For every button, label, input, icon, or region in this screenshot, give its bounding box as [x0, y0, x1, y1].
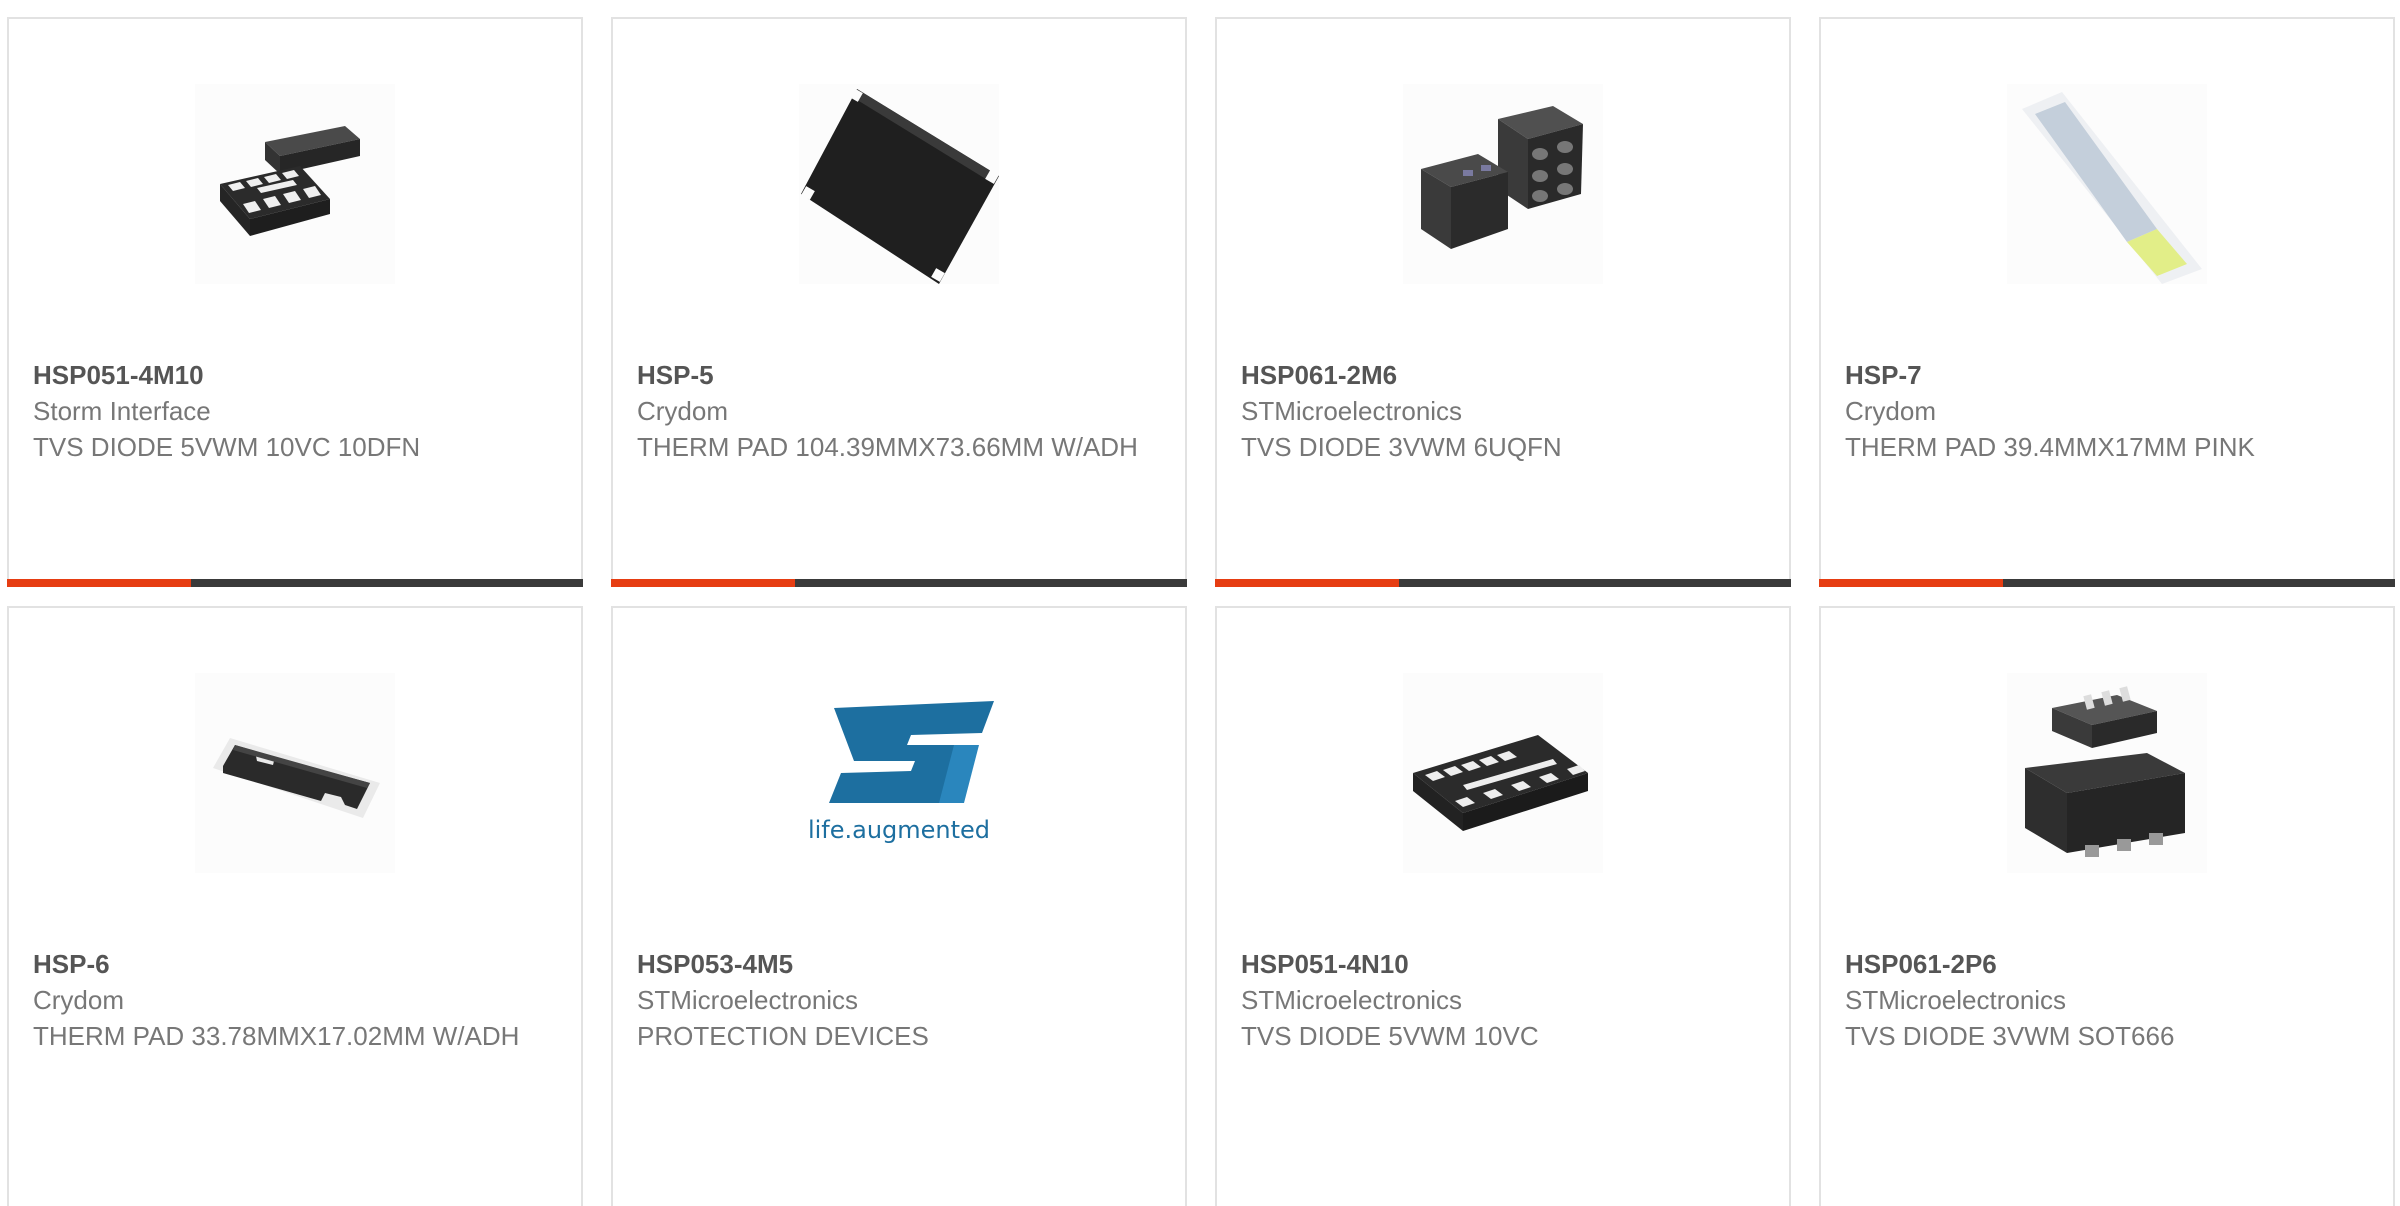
manufacturer-name: STMicroelectronics	[1845, 985, 2067, 1015]
part-number-link[interactable]: HSP051-4N10	[1241, 946, 1781, 982]
product-image-thermal-pad-black[interactable]	[799, 84, 999, 284]
product-description: TVS DIODE 5VWM 10VC	[1241, 1021, 1539, 1051]
product-card[interactable]: HSP061-2P6 STMicroelectronics TVS DIODE …	[1819, 606, 2395, 1206]
part-number-link[interactable]: HSP-5	[637, 357, 1177, 393]
product-card[interactable]: HSP-5 Crydom THERM PAD 104.39MMX73.66MM …	[611, 17, 1187, 587]
card-bottom-bar	[611, 579, 1187, 587]
product-card[interactable]: HSP-6 Crydom THERM PAD 33.78MMX17.02MM W…	[7, 606, 583, 1206]
manufacturer-name: STMicroelectronics	[1241, 985, 1463, 1015]
manufacturer-name: STMicroelectronics	[1241, 396, 1463, 426]
product-description: TVS DIODE 5VWM 10VC 10DFN	[33, 432, 421, 462]
product-image-dfn10-chip-top[interactable]	[1403, 673, 1603, 873]
card-accent-bar	[1819, 579, 2003, 587]
product-card[interactable]: HSP-7 Crydom THERM PAD 39.4MMX17MM PINK	[1819, 17, 2395, 587]
product-image-thermal-pad-small[interactable]	[195, 673, 395, 873]
product-image-uqfn6-chip[interactable]	[1403, 84, 1603, 284]
product-card[interactable]: HSP061-2M6 STMicroelectronics TVS DIODE …	[1215, 17, 1791, 587]
part-number-link[interactable]: HSP051-4M10	[33, 357, 573, 393]
product-image-dfn10-chip[interactable]	[195, 84, 395, 284]
product-card[interactable]: HSP051-4N10 STMicroelectronics TVS DIODE…	[1215, 606, 1791, 1206]
product-image-sot666-chip[interactable]	[2007, 673, 2207, 873]
part-number-link[interactable]: HSP053-4M5	[637, 946, 1177, 982]
part-number-link[interactable]: HSP-7	[1845, 357, 2385, 393]
product-description: TVS DIODE 3VWM 6UQFN	[1241, 432, 1562, 462]
product-card[interactable]: HSP051-4M10 Storm Interface TVS DIODE 5V…	[7, 17, 583, 587]
product-image-st-logo[interactable]: life.augmented	[799, 673, 999, 873]
card-accent-bar	[611, 579, 795, 587]
manufacturer-name: Crydom	[33, 985, 125, 1015]
part-number-link[interactable]: HSP-6	[33, 946, 573, 982]
manufacturer-name: Crydom	[637, 396, 729, 426]
manufacturer-name: STMicroelectronics	[637, 985, 859, 1015]
card-accent-bar	[7, 579, 191, 587]
product-description: PROTECTION DEVICES	[637, 1021, 929, 1051]
product-description: THERM PAD 39.4MMX17MM PINK	[1845, 432, 2255, 462]
part-number-link[interactable]: HSP061-2P6	[1845, 946, 2385, 982]
product-description: THERM PAD 33.78MMX17.02MM W/ADH	[33, 1021, 520, 1051]
card-bottom-bar	[1215, 579, 1791, 587]
card-bottom-bar	[7, 579, 583, 587]
manufacturer-name: Crydom	[1845, 396, 1937, 426]
product-description: THERM PAD 104.39MMX73.66MM W/ADH	[637, 432, 1138, 462]
card-bottom-bar	[1819, 579, 2395, 587]
product-description: TVS DIODE 3VWM SOT666	[1845, 1021, 2175, 1051]
st-logo-tagline: life.augmented	[808, 816, 990, 844]
part-number-link[interactable]: HSP061-2M6	[1241, 357, 1781, 393]
manufacturer-name: Storm Interface	[33, 396, 211, 426]
product-card[interactable]: life.augmented HSP053-4M5 STMicroelectro…	[611, 606, 1187, 1206]
card-accent-bar	[1215, 579, 1399, 587]
product-image-thermal-pad-strip[interactable]	[2007, 84, 2207, 284]
